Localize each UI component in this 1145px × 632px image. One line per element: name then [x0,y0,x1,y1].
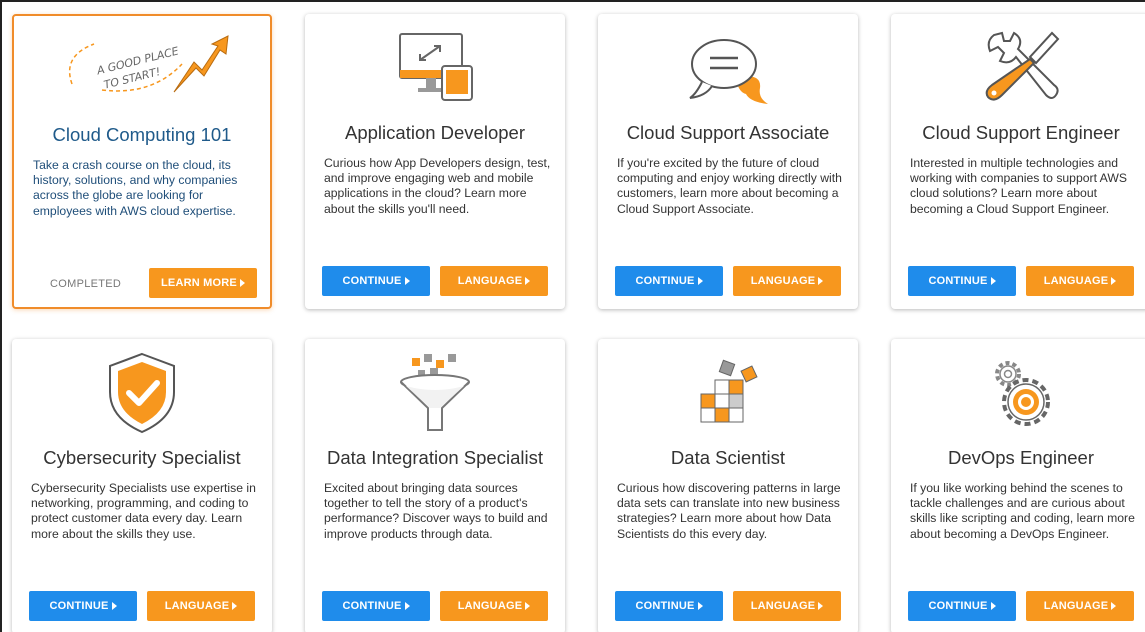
continue-button[interactable]: CONTINUE [322,266,430,296]
gears-icon [891,347,1145,439]
continue-button[interactable]: CONTINUE [29,591,137,621]
devices-icon [305,22,565,114]
arrow-right-icon [525,277,531,285]
arrow-right-icon [404,602,410,610]
funnel-icon [305,347,565,439]
card-description: Excited about bringing data sources toge… [324,481,548,541]
continue-button[interactable]: CONTINUE [908,591,1016,621]
arrow-right-icon [818,277,824,285]
arrow-right-icon [1111,602,1117,610]
completed-status: COMPLETED [50,278,122,290]
language-label: LANGUAGE [750,600,816,612]
arrow-right-icon [111,602,117,610]
card-title: Cloud Computing 101 [52,124,232,145]
arrow-right-icon [697,277,703,285]
arrow-right-icon [525,602,531,610]
card-devops-engineer[interactable]: DevOps Engineer If you like working behi… [891,339,1145,632]
card-description: If you like working behind the scenes to… [910,481,1135,541]
language-button[interactable]: LANGUAGE [1026,266,1134,296]
language-button[interactable]: LANGUAGE [733,266,841,296]
language-button[interactable]: LANGUAGE [440,266,548,296]
language-label: LANGUAGE [1043,275,1109,287]
continue-label: CONTINUE [342,600,402,612]
arrow-right-icon [697,602,703,610]
continue-button[interactable]: CONTINUE [615,591,723,621]
arrow-right-icon [818,602,824,610]
card-application-developer[interactable]: Application Developer Curious how App De… [305,14,565,309]
card-cybersecurity-specialist[interactable]: Cybersecurity Specialist Cybersecurity S… [12,339,272,632]
card-cloud-support-associate[interactable]: Cloud Support Associate If you're excite… [598,14,858,309]
continue-button[interactable]: CONTINUE [908,266,1016,296]
arrow-right-icon [404,277,410,285]
language-label: LANGUAGE [750,275,816,287]
arrow-right-icon [1111,277,1117,285]
card-description: Curious how discovering patterns in larg… [617,481,841,541]
arrow-right-icon [990,277,996,285]
card-description: Take a crash course on the cloud, its hi… [33,158,238,218]
arrow-right-icon [239,279,245,287]
continue-label: CONTINUE [928,275,988,287]
card-title: Cybersecurity Specialist [43,447,241,468]
language-label: LANGUAGE [1043,600,1109,612]
continue-label: CONTINUE [635,275,695,287]
arrow-right-icon [990,602,996,610]
continue-label: CONTINUE [635,600,695,612]
language-label: LANGUAGE [164,600,230,612]
language-button[interactable]: LANGUAGE [440,591,548,621]
card-title: Data Integration Specialist [327,447,543,468]
continue-label: CONTINUE [928,600,988,612]
language-button[interactable]: LANGUAGE [733,591,841,621]
continue-label: CONTINUE [49,600,109,612]
shield-check-icon [12,347,272,439]
card-data-integration-specialist[interactable]: Data Integration Specialist Excited abou… [305,339,565,632]
chat-bubble-icon [598,22,858,114]
card-data-scientist[interactable]: Data Scientist Curious how discovering p… [598,339,858,632]
learn-more-label: LEARN MORE [161,277,237,289]
card-title: Application Developer [345,122,525,143]
card-cloud-support-engineer[interactable]: Cloud Support Engineer Interested in mul… [891,14,1145,309]
continue-button[interactable]: CONTINUE [322,591,430,621]
wrench-screwdriver-icon [891,22,1145,114]
continue-label: CONTINUE [342,275,402,287]
card-title: Cloud Support Associate [626,122,830,143]
card-description: If you're excited by the future of cloud… [617,156,842,216]
language-label: LANGUAGE [457,275,523,287]
card-title: Data Scientist [670,447,786,468]
good-place-to-start-icon: A GOOD PLACE TO START! [14,24,270,116]
continue-button[interactable]: CONTINUE [615,266,723,296]
language-button[interactable]: LANGUAGE [1026,591,1134,621]
card-cloud-computing-101[interactable]: A GOOD PLACE TO START! Cloud Computing 1… [12,14,272,309]
data-cubes-icon [598,347,858,439]
card-title: DevOps Engineer [947,447,1095,468]
arrow-right-icon [232,602,238,610]
language-label: LANGUAGE [457,600,523,612]
card-description: Curious how App Developers design, test,… [324,156,551,216]
learn-more-button[interactable]: LEARN MORE [149,268,257,298]
card-description: Cybersecurity Specialists use expertise … [31,481,256,541]
language-button[interactable]: LANGUAGE [147,591,255,621]
card-description: Interested in multiple technologies and … [910,156,1127,216]
card-title: Cloud Support Engineer [922,122,1120,143]
